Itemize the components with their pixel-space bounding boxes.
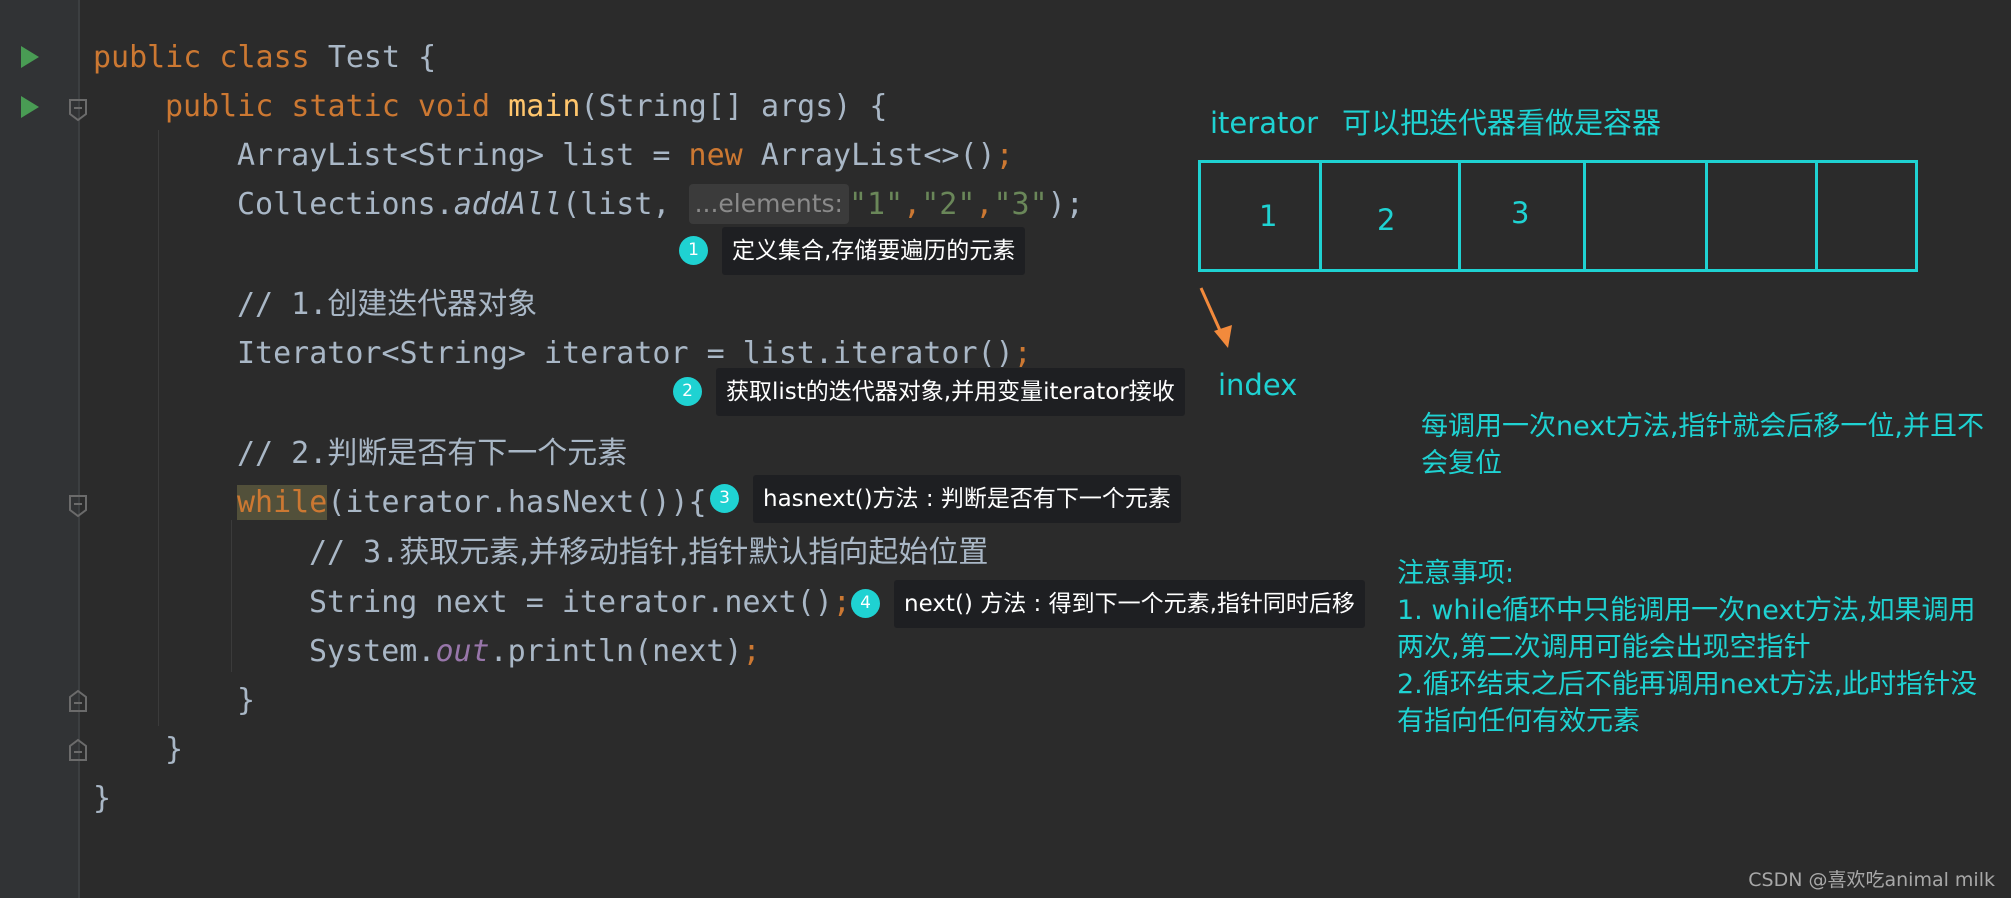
code-token: 判断是否有下一个元素	[327, 436, 628, 471]
code-token: ,	[903, 187, 922, 222]
code-line-13: System.out.println(next);	[309, 627, 761, 676]
code-token: 获取元素,并移动指针,指针默认指向起始位置	[399, 535, 989, 570]
note-line: 有指向任何有效元素	[1397, 706, 1640, 737]
array-cell: 3	[1461, 163, 1586, 269]
code-token: ;	[1013, 336, 1032, 371]
note-line: 1. while循环中只能调用一次next方法,如果调用	[1397, 595, 1976, 626]
code-token: public static void	[165, 89, 509, 124]
code-token: System.	[309, 634, 436, 669]
fold-method-icon[interactable]	[68, 98, 88, 122]
array-cell: 2	[1322, 163, 1461, 269]
code-token: ;	[742, 634, 761, 669]
code-token: addAll	[453, 187, 563, 222]
code-token: Collections.	[237, 187, 454, 222]
callout-1: 定义集合,存储要遍历的元素	[722, 227, 1026, 275]
precautions-note: 注意事项: 1. while循环中只能调用一次next方法,如果调用 两次,第二…	[1397, 555, 1977, 740]
code-token: ;	[832, 585, 851, 620]
code-token: ArrayList<String> list =	[237, 138, 689, 173]
callout-badge-4: 4	[851, 589, 880, 618]
code-token: ,	[975, 187, 994, 222]
pointer-arrow-icon	[1199, 287, 1232, 348]
code-token: (iterator.hasNext()){	[327, 485, 707, 520]
code-token: Iterator<String> iterator = list.iterato…	[237, 336, 1014, 371]
editor-gutter	[0, 0, 80, 898]
array-cell	[1818, 163, 1915, 269]
array-cell	[1586, 163, 1708, 269]
array-cell-value: 1	[1259, 199, 1278, 233]
code-line-1: public class Test {	[93, 33, 436, 82]
code-line-15: }	[165, 732, 184, 767]
iterator-diagram: iterator 可以把迭代器看做是容器 1 2 3 index 每调用一次nex…	[1078, 105, 1998, 755]
fold-end-while-icon[interactable]	[68, 689, 88, 713]
code-line-14: }	[237, 683, 256, 718]
next-behavior-note: 每调用一次next方法,指针就会后移一位,并且不 会复位	[1421, 408, 1984, 482]
fold-while-icon[interactable]	[68, 494, 88, 518]
code-line-10: while(iterator.hasNext()){	[237, 478, 707, 527]
code-line-4: Collections.addAll(list, ...elements: "1"…	[237, 180, 1084, 229]
code-line-12: String next = iterator.next();	[309, 578, 851, 627]
code-token: (list,	[562, 187, 689, 222]
diagram-title-desc: 可以把迭代器看做是容器	[1342, 106, 1662, 140]
code-token: public class	[93, 40, 328, 75]
watermark: CSDN @喜欢吃animal milk	[1748, 869, 1995, 891]
array-cell-value: 2	[1377, 203, 1396, 237]
code-token: "1"	[848, 187, 904, 222]
callout-badge-1: 1	[679, 236, 708, 265]
indent-guide-while	[231, 520, 232, 672]
code-token: // 3.	[309, 535, 400, 570]
run-main-icon[interactable]	[21, 96, 39, 118]
code-line-3: ArrayList<String> list = new ArrayList<>…	[237, 131, 1014, 180]
code-line-6: // 1.创建迭代器对象	[237, 280, 537, 329]
parameter-hint: ...elements:	[688, 184, 849, 224]
indent-guide-method	[158, 130, 159, 726]
note-line: 每调用一次next方法,指针就会后移一位,并且不	[1421, 411, 1984, 442]
diagram-title-iterator: iterator	[1210, 106, 1318, 140]
code-token: "2"	[921, 187, 976, 222]
code-token: "3"	[993, 187, 1048, 222]
code-token: new	[688, 138, 761, 173]
note-line: 注意事项:	[1397, 558, 1515, 589]
code-token: Test {	[327, 40, 437, 75]
diagram-title: iterator 可以把迭代器看做是容器	[1210, 105, 1661, 141]
callout-badge-3: 3	[710, 484, 739, 513]
code-token: (String[] args) {	[580, 89, 888, 124]
gutter-divider	[78, 0, 80, 898]
run-class-icon[interactable]	[21, 46, 39, 68]
code-line-11: // 3.获取元素,并移动指针,指针默认指向起始位置	[309, 528, 988, 577]
array-cell	[1708, 163, 1818, 269]
callout-badge-2: 2	[673, 377, 702, 406]
code-token: .println(next)	[489, 634, 743, 669]
code-line-9: // 2.判断是否有下一个元素	[237, 429, 627, 478]
note-line: 2.循环结束之后不能再调用next方法,此时指针没	[1397, 669, 1978, 700]
code-token: // 1.	[237, 287, 328, 322]
code-token: while	[237, 485, 328, 520]
code-token: main	[508, 89, 581, 124]
code-token: out	[435, 634, 490, 669]
array-cell: 1	[1201, 163, 1322, 269]
code-line-16: }	[93, 781, 112, 816]
code-token: ;	[995, 138, 1014, 173]
code-token: 创建迭代器对象	[327, 287, 538, 322]
note-line: 两次,第二次调用可能会出现空指针	[1397, 632, 1811, 663]
code-token: // 2.	[237, 436, 328, 471]
array-cell-value: 3	[1511, 196, 1530, 230]
iterator-container-array: 1 2 3	[1198, 160, 1918, 272]
code-line-2: public static void main(String[] args) {	[165, 82, 887, 131]
fold-end-method-icon[interactable]	[68, 738, 88, 762]
code-token: ArrayList<>()	[760, 138, 996, 173]
pointer-label: index	[1218, 368, 1298, 402]
code-token: String next = iterator.next()	[309, 585, 833, 620]
note-line: 会复位	[1421, 448, 1502, 479]
